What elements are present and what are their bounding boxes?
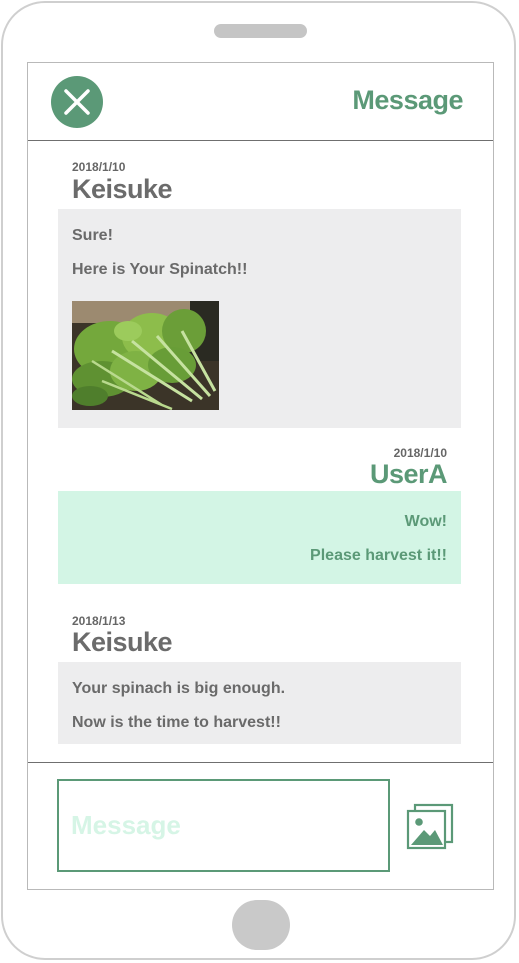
message-bubble-incoming: Your spinach is big enough. Now is the t… — [58, 662, 461, 744]
phone-speaker — [214, 24, 307, 38]
message-date: 2018/1/13 — [72, 614, 126, 628]
message-input[interactable] — [57, 779, 390, 872]
message-sender: Keisuke — [72, 627, 173, 657]
message-sender: UserA — [369, 459, 448, 489]
message-bubble-incoming: Sure! Here is Your Spinatch!! — [58, 209, 461, 428]
message-text: Wow! — [404, 513, 447, 530]
message-bubble-outgoing: Wow! Please harvest it!! — [58, 491, 461, 584]
message-date: 2018/1/10 — [393, 446, 447, 460]
spinach-photo[interactable] — [72, 301, 219, 410]
close-icon — [64, 89, 90, 115]
message-text: Please harvest it!! — [310, 547, 447, 564]
close-button[interactable] — [51, 76, 103, 128]
spinach-image — [72, 301, 219, 410]
page-title: Message — [352, 85, 463, 115]
message-text: Here is Your Spinatch!! — [72, 261, 248, 278]
image-gallery-icon — [406, 803, 454, 850]
message-text: Your spinach is big enough. — [72, 680, 286, 697]
message-thread[interactable]: 2018/1/10 Keisuke Sure! Here is Your Spi… — [28, 141, 493, 763]
message-date: 2018/1/10 — [72, 160, 126, 174]
message-text: Now is the time to harvest!! — [72, 714, 281, 731]
composer — [28, 762, 493, 889]
message-text: Sure! — [72, 227, 113, 244]
message-sender: Keisuke — [72, 174, 173, 204]
app-screen: Message 2018/1/10 Keisuke Sure! Here is … — [27, 62, 494, 890]
attach-image-button[interactable] — [406, 803, 454, 851]
header: Message — [28, 63, 493, 141]
home-button[interactable] — [232, 900, 290, 950]
